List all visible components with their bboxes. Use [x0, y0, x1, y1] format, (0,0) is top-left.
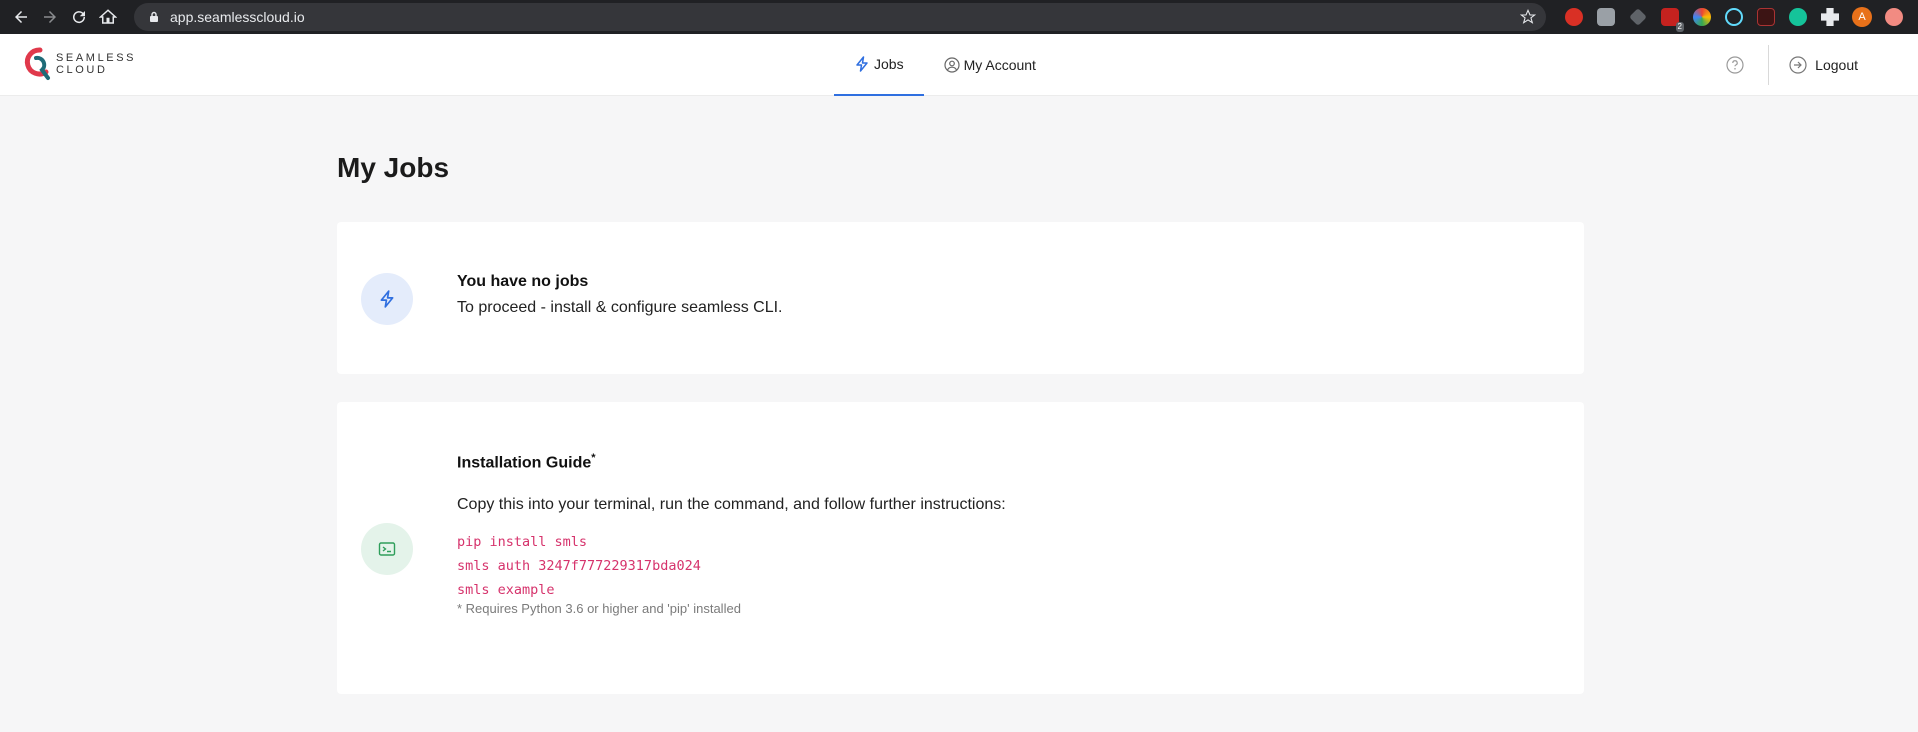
- rocket-icon[interactable]: [1629, 8, 1647, 26]
- command-block[interactable]: pip install smls smls auth 3247f77722931…: [457, 530, 1006, 602]
- browser-toolbar: app.seamlesscloud.io 2 A: [0, 0, 1918, 34]
- camera-icon[interactable]: [1597, 8, 1615, 26]
- arrow-left-icon: [14, 11, 27, 23]
- installation-instructions: Copy this into your terminal, run the co…: [457, 496, 1006, 514]
- seamless-cloud-logo[interactable]: SEAMLESS CLOUD: [22, 46, 136, 82]
- page-title: My Jobs: [337, 152, 450, 183]
- logo-line2: CLOUD: [56, 64, 108, 76]
- command-line[interactable]: smls auth 3247f777229317bda024: [457, 554, 1006, 578]
- ext-dark-icon[interactable]: [1757, 8, 1775, 26]
- no-jobs-body: You have no jobs To proceed - install & …: [457, 273, 782, 317]
- back-button[interactable]: [8, 3, 33, 31]
- home-icon: [98, 9, 117, 24]
- no-jobs-icon-wrap: [361, 273, 413, 325]
- header-divider: [1768, 45, 1770, 85]
- logo-text: SEAMLESS CLOUD: [56, 52, 136, 76]
- logout-arrow-icon: [1789, 56, 1807, 74]
- logout-button[interactable]: Logout: [1789, 56, 1858, 74]
- arrow-right-icon: [43, 11, 56, 23]
- installation-guide-card: Installation Guide* Copy this into your …: [337, 402, 1584, 694]
- ext-pink-icon[interactable]: [1885, 8, 1903, 26]
- lock-icon: [150, 11, 158, 22]
- color-picker-icon[interactable]: [1693, 8, 1711, 26]
- requirements-note: * Requires Python 3.6 or higher and 'pip…: [457, 601, 741, 617]
- tab-my-account[interactable]: My Account: [924, 34, 1056, 96]
- command-line[interactable]: smls example: [457, 578, 1006, 602]
- installation-guide-title: Installation Guide: [457, 454, 592, 472]
- reload-button[interactable]: [66, 3, 91, 31]
- react-icon[interactable]: [1725, 8, 1743, 26]
- grammarly-icon[interactable]: [1789, 8, 1807, 26]
- tab-my-account-label: My Account: [963, 57, 1036, 73]
- address-bar[interactable]: app.seamlesscloud.io: [134, 3, 1546, 31]
- no-jobs-text: To proceed - install & configure seamles…: [457, 299, 783, 316]
- ext-red-icon[interactable]: [1565, 8, 1583, 26]
- home-button[interactable]: [95, 3, 120, 31]
- url-text: app.seamlesscloud.io: [170, 9, 305, 25]
- reload-icon: [72, 11, 85, 24]
- app-header: SEAMLESS CLOUD Jobs My Account Logout: [0, 34, 1918, 96]
- extensions-row: 2 A: [1558, 7, 1910, 32]
- extension-badge: 2: [1675, 22, 1684, 32]
- bolt-icon: [380, 290, 394, 308]
- no-jobs-heading: You have no jobs: [457, 273, 589, 290]
- terminal-icon: [378, 542, 396, 556]
- header-actions: Logout: [1726, 34, 1918, 96]
- no-jobs-card: You have no jobs To proceed - install & …: [337, 222, 1584, 374]
- tab-jobs[interactable]: Jobs: [834, 34, 924, 96]
- logo-mark-icon: [24, 47, 50, 80]
- profile-avatar[interactable]: A: [1852, 7, 1872, 27]
- user-circle-icon: [943, 57, 960, 73]
- terminal-icon-wrap: [361, 523, 413, 575]
- installation-guide-body: Installation Guide* Copy this into your …: [457, 452, 1006, 616]
- logout-label: Logout: [1815, 57, 1858, 73]
- forward-button[interactable]: [37, 3, 62, 31]
- tab-jobs-label: Jobs: [874, 56, 904, 72]
- help-icon[interactable]: [1726, 56, 1744, 74]
- logo-line1: SEAMLESS: [56, 52, 137, 64]
- puzzle-icon[interactable]: [1821, 8, 1839, 26]
- installation-guide-heading: Installation Guide*: [457, 452, 1006, 472]
- bookmark-star-icon[interactable]: [1520, 9, 1536, 25]
- main-content: My Jobs You have no jobs To proceed - in…: [337, 96, 1584, 694]
- command-line[interactable]: pip install smls: [457, 530, 1006, 554]
- bolt-icon: [856, 56, 868, 72]
- heading-asterisk: *: [591, 452, 596, 464]
- ext-badge-icon[interactable]: 2: [1661, 8, 1684, 32]
- main-nav: Jobs My Account: [834, 34, 1056, 96]
